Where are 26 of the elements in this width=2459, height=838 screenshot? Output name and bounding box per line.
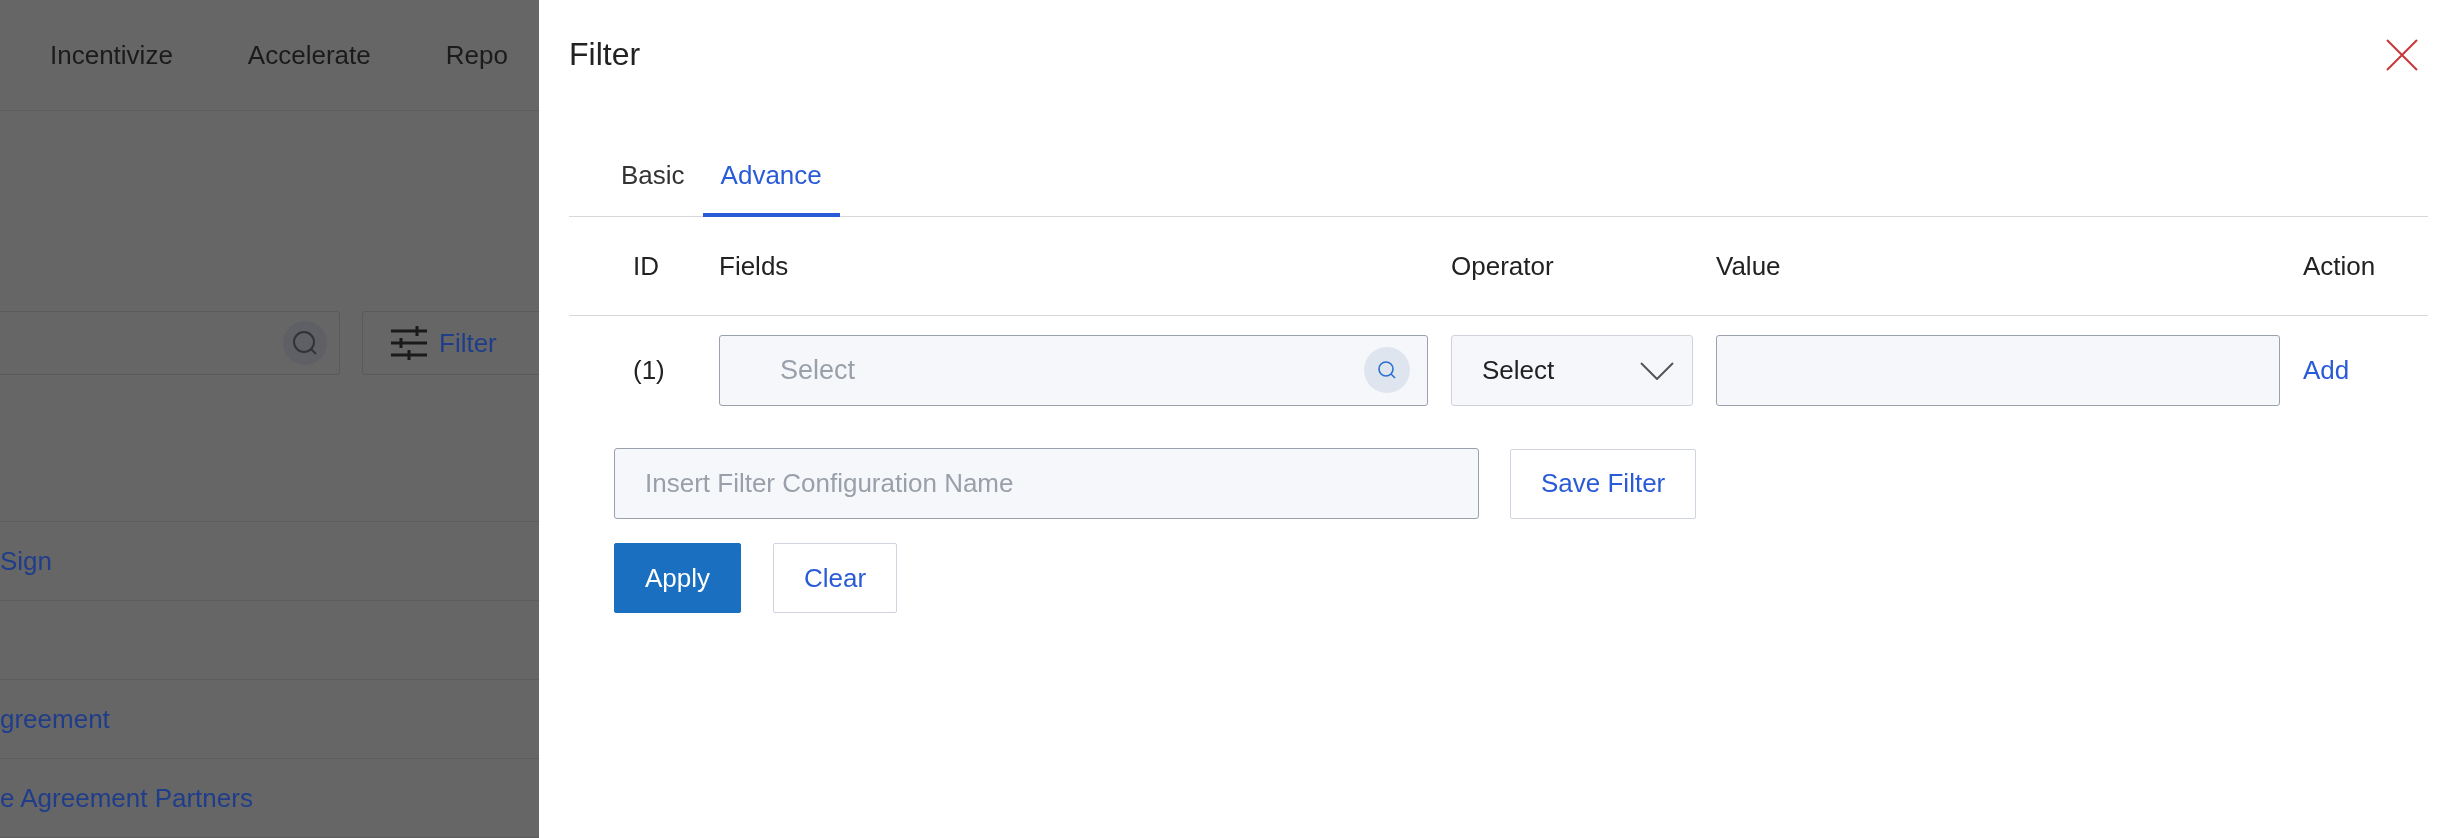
clear-button[interactable]: Clear bbox=[773, 543, 898, 613]
panel-title: Filter bbox=[569, 35, 641, 73]
save-filter-button[interactable]: Save Filter bbox=[1510, 448, 1697, 519]
sliders-icon bbox=[391, 326, 427, 360]
search-icon bbox=[283, 321, 327, 365]
operator-select[interactable]: Select bbox=[1451, 335, 1693, 406]
fields-select[interactable]: Select bbox=[719, 335, 1428, 406]
column-header: Operator bbox=[1451, 250, 1555, 282]
tab[interactable]: Advance bbox=[702, 142, 840, 217]
value-field[interactable] bbox=[1716, 335, 2280, 406]
tab[interactable]: Basic bbox=[603, 142, 703, 217]
nav-item[interactable]: Incentivize bbox=[50, 39, 173, 71]
close-icon[interactable] bbox=[2385, 38, 2419, 72]
chevron-down-icon bbox=[1640, 361, 1674, 380]
column-header: ID bbox=[633, 250, 660, 282]
column-header: Value bbox=[1716, 250, 1782, 282]
nav-item[interactable]: Repo bbox=[445, 39, 508, 71]
search-field[interactable] bbox=[0, 311, 340, 375]
config-name-field[interactable]: Insert Filter Configuration Name bbox=[614, 448, 1479, 519]
apply-button[interactable]: Apply bbox=[614, 543, 742, 613]
column-header: Action bbox=[2303, 250, 2377, 282]
add-link[interactable]: Add bbox=[2303, 355, 2350, 386]
row-id: (1) bbox=[633, 355, 666, 386]
column-header: Fields bbox=[719, 250, 790, 282]
search-icon bbox=[1364, 347, 1410, 393]
nav-item[interactable]: Accelerate bbox=[247, 39, 371, 71]
